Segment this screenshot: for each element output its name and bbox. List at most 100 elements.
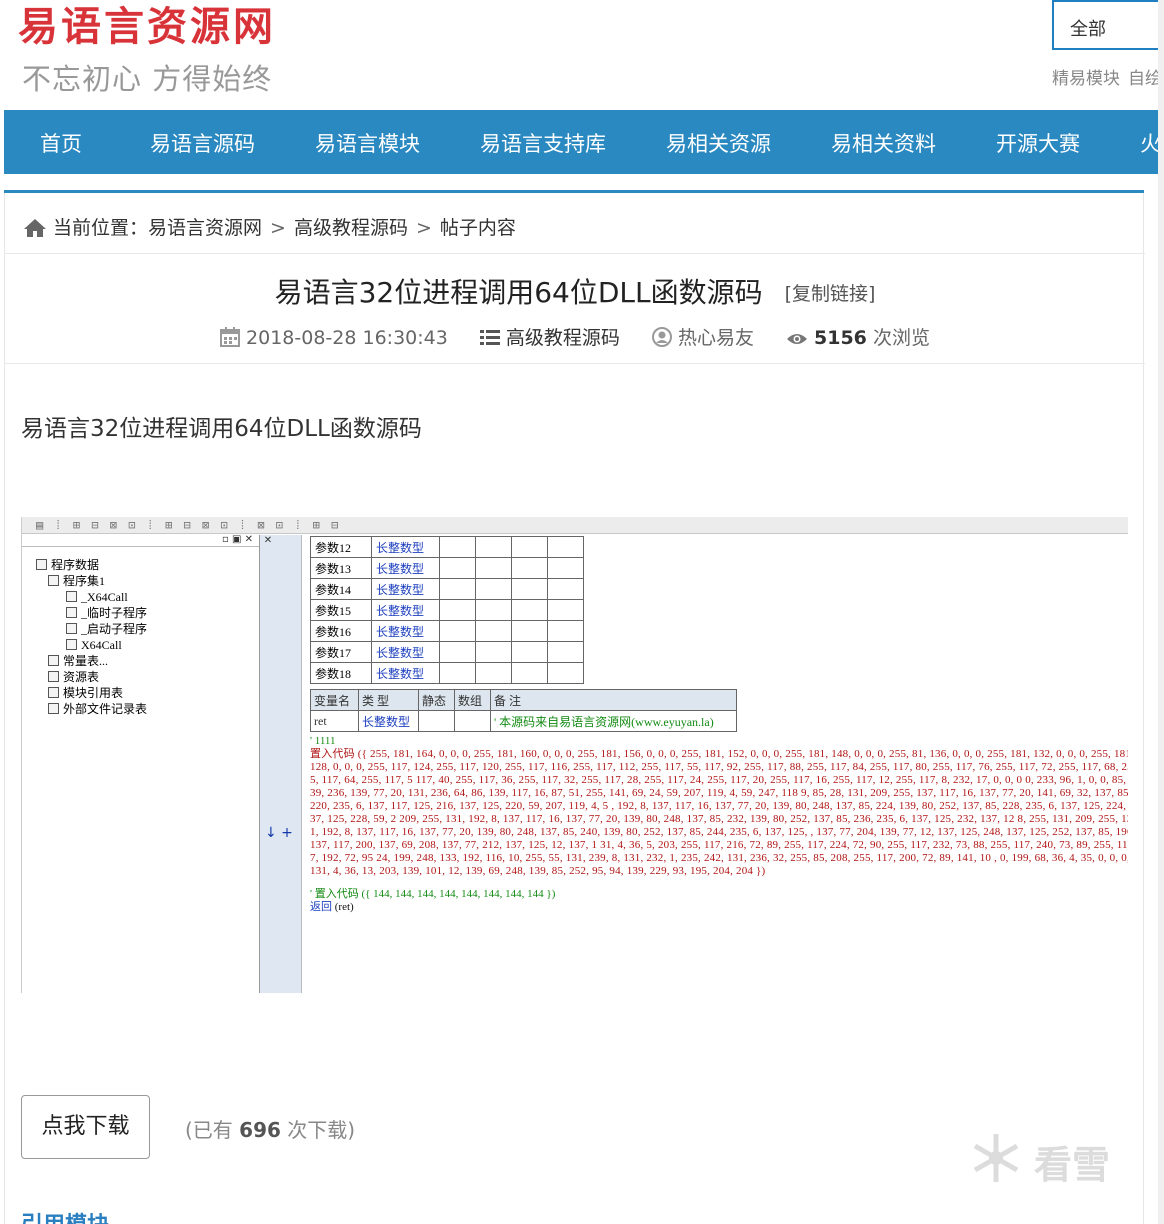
breadcrumb-prefix: 当前位置： [53, 217, 149, 239]
tree-item-label: 程序数据 [51, 558, 100, 572]
code-comment: ' 置入代码 ({ 144, 144, 144, 144, 144, 144, … [310, 888, 556, 900]
post-card: 当前位置：易语言资源网 > 高级教程源码 > 帖子内容 易语言32位进程调用64位DLL… [4, 193, 1145, 1224]
ide-tree-pane: ▫ ▣ ✕ 程序数据 程序集1 _X64Call _临时子程序 _启动子程序 X… [22, 534, 260, 993]
content-heading: 易语言32位进程调用64位DLL函数源码 [21, 416, 422, 442]
post-author: 热心易友 [651, 323, 754, 350]
post-date: 2018-08-28 16:30:43 [220, 327, 448, 349]
column-header: 数组 [454, 689, 491, 711]
tree-item-label: _X64Call [81, 590, 128, 604]
post-date-text: 2018-08-28 16:30:43 [246, 327, 448, 349]
subroutine-icon [66, 591, 77, 602]
tree-item: 外部文件记录表 [36, 701, 147, 717]
post-category[interactable]: 高级教程源码 [479, 323, 620, 350]
var-remark: ' 本源码来自易语言资源网(www.eyuyan.la) [490, 710, 737, 732]
table-row: 参数18 长整数型 [310, 662, 584, 684]
nav-item-materials[interactable]: 易相关资料 [831, 128, 936, 158]
resource-icon [48, 671, 59, 682]
database-icon [36, 559, 47, 570]
nav-item-support-lib[interactable]: 易语言支持库 [480, 128, 606, 158]
main-nav: 首页 易语言源码 易语言模块 易语言支持库 易相关资源 易相关资料 开源大赛 火 [4, 110, 1164, 174]
subroutine-icon [66, 607, 77, 618]
table-row: 参数15 长整数型 [310, 599, 584, 621]
nav-item-resources[interactable]: 易相关资源 [666, 128, 771, 158]
param-type: 长整数型 [371, 536, 440, 558]
tree-pane-buttons: ▫ ▣ ✕ [222, 534, 253, 545]
code-bytes: ({ 255, 181, 164, 0, 0, 0, 255, 181, 160… [310, 748, 1128, 877]
post-meta: 2018-08-28 16:30:43 高级教程源码 热心易友 5156 次浏览 [5, 323, 1145, 350]
nav-item-contest[interactable]: 开源大赛 [996, 128, 1080, 158]
local-var-table: 变量名 类 型 静态 数组 备 注 ret 长整数型 ' 本源码来自易语言资源网… [310, 689, 737, 732]
var-name: ret [310, 710, 359, 732]
tree-item-label: 常量表... [63, 654, 109, 668]
column-header: 静态 [418, 689, 455, 711]
param-type: 长整数型 [371, 557, 440, 579]
views-suffix: 次浏览 [872, 327, 930, 349]
code-line-emit: 置入代码 ({ 255, 181, 164, 0, 0, 0, 255, 181… [310, 748, 1128, 878]
tree-item-label: 程序集1 [63, 574, 106, 588]
user-icon [651, 327, 672, 347]
breadcrumb-link-site[interactable]: 易语言资源网 [148, 217, 262, 239]
post-title: 易语言32位进程调用64位DLL函数源码 [274, 276, 763, 309]
table-row: 参数17 长整数型 [310, 641, 584, 663]
project-tree: 程序数据 程序集1 _X64Call _临时子程序 _启动子程序 X64Call… [36, 557, 147, 717]
column-header: 类 型 [358, 689, 419, 711]
hot-links: 精易模块 自绘 [1052, 64, 1164, 89]
tree-item-label: 模块引用表 [63, 686, 124, 700]
copy-link-button[interactable]: [复制链接] [785, 283, 876, 305]
table-row: ret 长整数型 ' 本源码来自易语言资源网(www.eyuyan.la) [310, 710, 737, 732]
tree-item: _X64Call [36, 589, 147, 605]
param-type: 长整数型 [371, 641, 440, 663]
folder-icon [48, 575, 59, 586]
column-header: 备 注 [490, 689, 737, 711]
ide-toolbar: ▤ ⁞ ⊞ ⊟ ⊠ ⊡ ⁞ ⊞ ⊟ ⊠ ⊡ ⁞ ⊠ ⊡ ⁞ ⊞ ⊟ [22, 517, 1128, 534]
table-row: 参数12 长整数型 [310, 536, 584, 558]
ide-gutter: ✕ ↓ + [260, 535, 302, 993]
related-heading: 引用模块 [21, 1207, 109, 1224]
breadcrumb-separator: > [270, 217, 286, 239]
code-body: ' 1111 置入代码 ({ 255, 181, 164, 0, 0, 0, 2… [310, 735, 1128, 914]
tree-item: 模块引用表 [36, 685, 147, 701]
tree-item-label: _启动子程序 [81, 622, 148, 636]
search-scope-select[interactable]: 全部 [1052, 0, 1164, 50]
watermark-text: 看雪 [1034, 1143, 1111, 1187]
list-icon [479, 330, 500, 345]
code-call: 置入代码 [310, 748, 355, 760]
param-table: 参数12 长整数型 参数13 长整数型 参数14 长整数型 参数15 长整数型 参数16… [310, 536, 584, 684]
watermark: 看雪 [968, 1130, 1110, 1189]
close-icon: ✕ [263, 535, 273, 546]
code-comment: ' 1111 [310, 735, 336, 747]
param-name: 参数13 [310, 557, 372, 579]
tree-item-label: _临时子程序 [81, 606, 148, 620]
divider [5, 363, 1145, 364]
download-count-value: 696 [239, 1118, 281, 1142]
nav-item-module[interactable]: 易语言模块 [315, 128, 420, 158]
snowflake-icon [973, 1134, 1019, 1182]
tree-item: 常量表... [36, 653, 147, 669]
gutter-marker: ↓ + [265, 825, 293, 841]
tree-item-label: 资源表 [63, 670, 100, 684]
tree-item: _临时子程序 [36, 605, 147, 621]
file-icon [48, 703, 59, 714]
table-row: 参数13 长整数型 [310, 557, 584, 579]
nav-item-home[interactable]: 首页 [40, 128, 82, 158]
breadcrumb-link-category[interactable]: 高级教程源码 [294, 217, 408, 239]
code-line-return: 返回 (ret) [310, 901, 1128, 914]
table-header-row: 变量名 类 型 静态 数组 备 注 [310, 689, 737, 711]
subroutine-icon [66, 623, 77, 634]
param-name: 参数17 [310, 641, 372, 663]
var-static [418, 710, 455, 732]
post-title-row: 易语言32位进程调用64位DLL函数源码 [复制链接] [5, 271, 1145, 311]
hot-link[interactable]: 自绘 [1128, 69, 1162, 89]
scrollbar-track[interactable] [1158, 0, 1164, 1224]
code-keyword: 返回 [310, 901, 332, 913]
nav-item-source[interactable]: 易语言源码 [150, 128, 255, 158]
hot-link[interactable]: 精易模块 [1052, 69, 1120, 89]
site-logo-title[interactable]: 易语言资源网 [18, 0, 276, 52]
tree-item: 程序集1 [36, 573, 147, 589]
table-row: 参数14 长整数型 [310, 578, 584, 600]
download-button[interactable]: 点我下载 [21, 1095, 150, 1159]
param-name: 参数16 [310, 620, 372, 642]
tree-item: X64Call [36, 637, 147, 653]
code-screenshot: ▤ ⁞ ⊞ ⊟ ⊠ ⊡ ⁞ ⊞ ⊟ ⊠ ⊡ ⁞ ⊠ ⊡ ⁞ ⊞ ⊟ ▫ ▣ ✕ … [21, 517, 1128, 993]
tree-item: 资源表 [36, 669, 147, 685]
